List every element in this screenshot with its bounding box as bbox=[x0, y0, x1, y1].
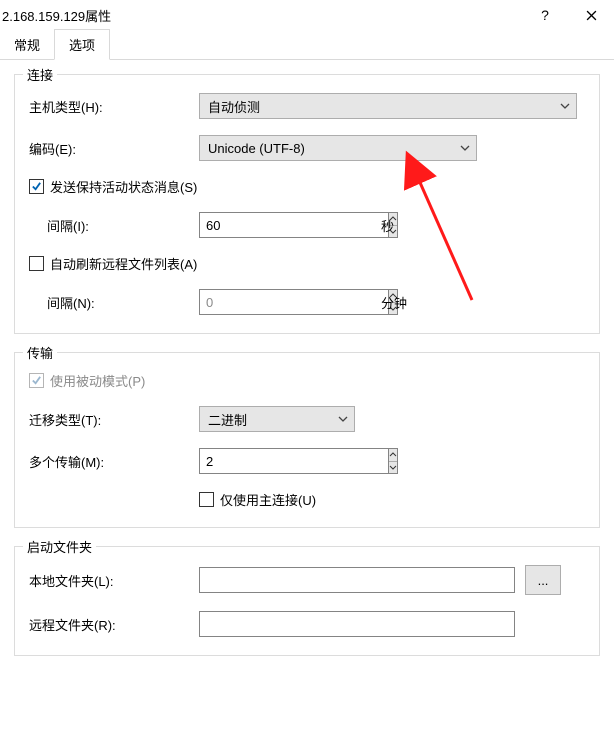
host-type-dropdown[interactable]: 自动侦测 bbox=[199, 93, 577, 119]
close-button[interactable] bbox=[568, 0, 614, 30]
autorefresh-interval-unit: 分钟 bbox=[381, 293, 407, 312]
keepalive-checkbox[interactable]: 发送保持活动状态消息(S) bbox=[29, 177, 197, 196]
group-connection: 连接 主机类型(H): 自动侦测 编码(E): Unicode (UTF-8) bbox=[14, 74, 600, 334]
autorefresh-interval-input bbox=[199, 289, 388, 315]
migrate-type-value: 二进制 bbox=[208, 410, 247, 429]
checkbox-icon bbox=[29, 373, 44, 388]
multi-transfer-label: 多个传输(M): bbox=[29, 452, 199, 471]
checkbox-icon bbox=[29, 256, 44, 271]
encoding-label: 编码(E): bbox=[29, 139, 199, 158]
chevron-down-icon bbox=[460, 145, 470, 151]
passive-label: 使用被动模式(P) bbox=[50, 371, 145, 390]
keepalive-interval-input[interactable] bbox=[199, 212, 388, 238]
checkbox-icon bbox=[199, 492, 214, 507]
tab-options[interactable]: 选项 bbox=[54, 29, 110, 60]
group-connection-legend: 连接 bbox=[23, 65, 57, 84]
group-startup-legend: 启动文件夹 bbox=[23, 537, 96, 556]
passive-checkbox: 使用被动模式(P) bbox=[29, 371, 145, 390]
tab-bar: 常规 选项 bbox=[0, 32, 614, 60]
group-startup: 启动文件夹 本地文件夹(L): ... 远程文件夹(R): bbox=[14, 546, 600, 656]
migrate-type-dropdown[interactable]: 二进制 bbox=[199, 406, 355, 432]
host-type-value: 自动侦测 bbox=[208, 97, 260, 116]
keepalive-interval-unit: 秒 bbox=[381, 216, 394, 235]
checkbox-icon bbox=[29, 179, 44, 194]
spinner-up-icon[interactable] bbox=[389, 449, 397, 462]
local-folder-input[interactable] bbox=[199, 567, 515, 593]
local-folder-label: 本地文件夹(L): bbox=[29, 571, 199, 590]
chevron-down-icon bbox=[560, 103, 570, 109]
window-title: 2.168.159.129属性 bbox=[0, 6, 522, 25]
group-transfer: 传输 使用被动模式(P) 迁移类型(T): 二进制 多个传输(M): bbox=[14, 352, 600, 528]
encoding-value: Unicode (UTF-8) bbox=[208, 141, 305, 156]
titlebar: 2.168.159.129属性 ? bbox=[0, 0, 614, 30]
host-type-label: 主机类型(H): bbox=[29, 97, 199, 116]
keepalive-interval-spinner[interactable] bbox=[199, 212, 367, 238]
tab-general[interactable]: 常规 bbox=[0, 30, 54, 59]
remote-folder-label: 远程文件夹(R): bbox=[29, 615, 199, 634]
keepalive-interval-label: 间隔(I): bbox=[29, 216, 199, 235]
autorefresh-interval-label: 间隔(N): bbox=[29, 293, 199, 312]
multi-transfer-spinner[interactable] bbox=[199, 448, 367, 474]
chevron-down-icon bbox=[338, 416, 348, 422]
remote-folder-input[interactable] bbox=[199, 611, 515, 637]
migrate-type-label: 迁移类型(T): bbox=[29, 410, 199, 429]
keepalive-label: 发送保持活动状态消息(S) bbox=[50, 177, 197, 196]
only-main-label: 仅使用主连接(U) bbox=[220, 490, 316, 509]
only-main-checkbox[interactable]: 仅使用主连接(U) bbox=[199, 490, 316, 509]
autorefresh-checkbox[interactable]: 自动刷新远程文件列表(A) bbox=[29, 254, 197, 273]
autorefresh-label: 自动刷新远程文件列表(A) bbox=[50, 254, 197, 273]
tab-content: 连接 主机类型(H): 自动侦测 编码(E): Unicode (UTF-8) bbox=[0, 60, 614, 656]
browse-local-button[interactable]: ... bbox=[525, 565, 561, 595]
encoding-dropdown[interactable]: Unicode (UTF-8) bbox=[199, 135, 477, 161]
spinner-down-icon[interactable] bbox=[389, 462, 397, 474]
autorefresh-interval-spinner[interactable] bbox=[199, 289, 367, 315]
multi-transfer-input[interactable] bbox=[199, 448, 388, 474]
group-transfer-legend: 传输 bbox=[23, 343, 57, 362]
help-button[interactable]: ? bbox=[522, 0, 568, 30]
